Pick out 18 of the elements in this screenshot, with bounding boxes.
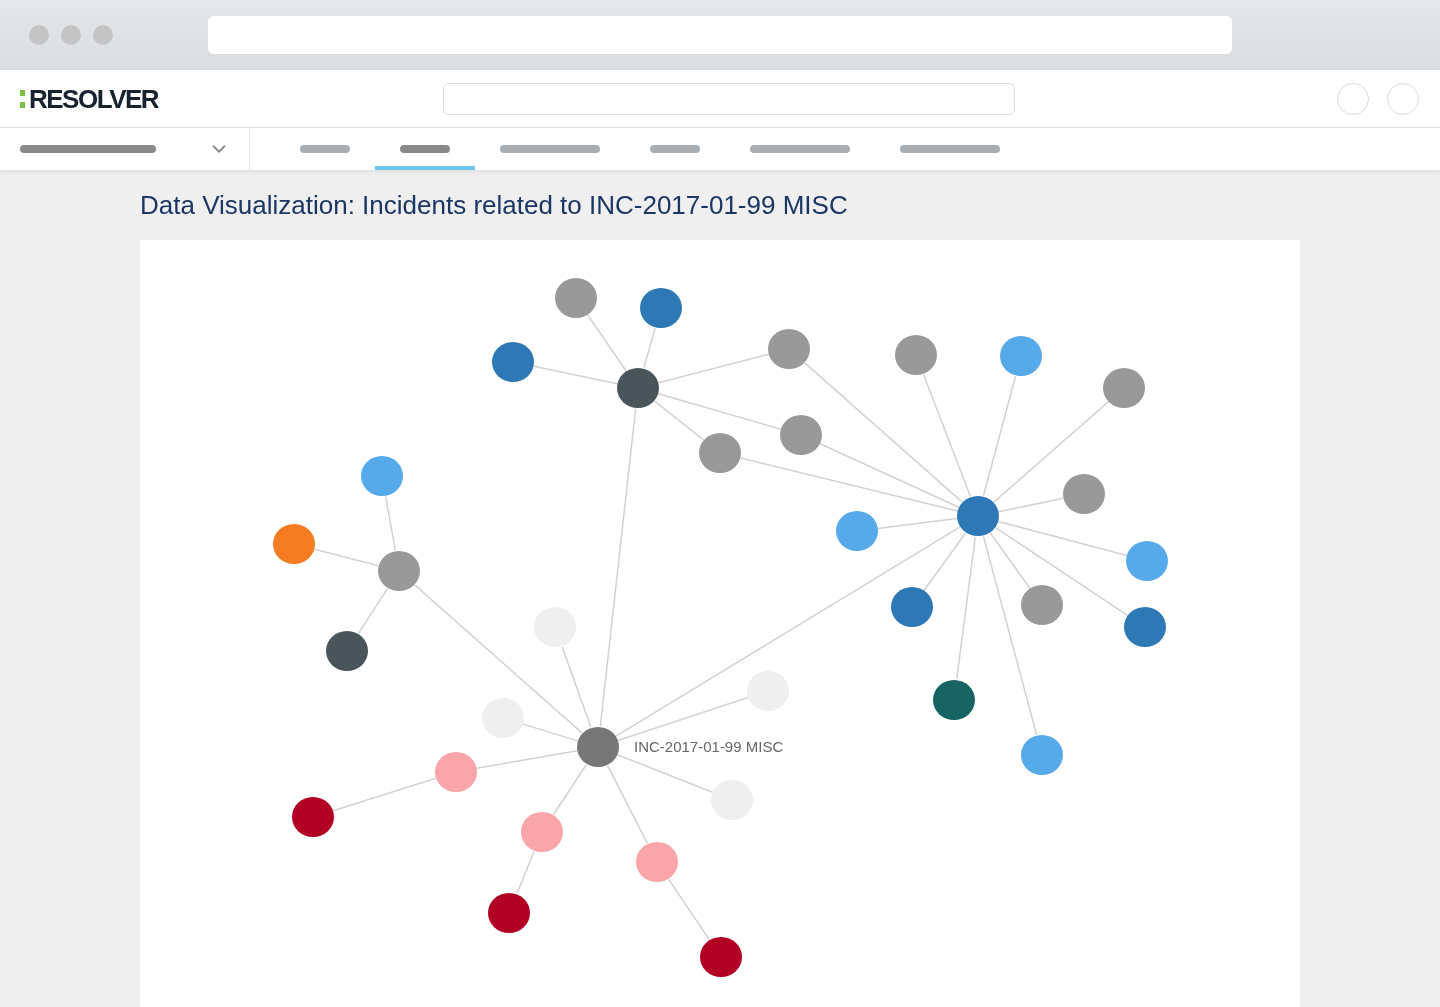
window-control-icon[interactable] (61, 25, 81, 45)
logo-text: RESOLVER (29, 85, 159, 112)
page-title: Data Visualization: Incidents related to INC-2017-01-99 MISC (140, 192, 848, 218)
placeholder-bar (400, 145, 450, 153)
window-control-icon[interactable] (29, 25, 49, 45)
edge-line (384, 495, 397, 552)
placeholder-bar (650, 145, 700, 153)
round-button[interactable] (1387, 82, 1419, 115)
edge-line (313, 548, 380, 567)
node-label: INC-2017-01-99 MISC (634, 738, 784, 755)
edge-line (357, 587, 389, 635)
search-field[interactable] (443, 82, 1015, 115)
window-control-icon[interactable] (93, 25, 113, 45)
logo-mark-icon (20, 89, 25, 108)
edge-line (516, 850, 535, 895)
round-button[interactable] (1337, 82, 1369, 115)
edge-line (668, 878, 710, 941)
placeholder-bar (300, 145, 350, 153)
